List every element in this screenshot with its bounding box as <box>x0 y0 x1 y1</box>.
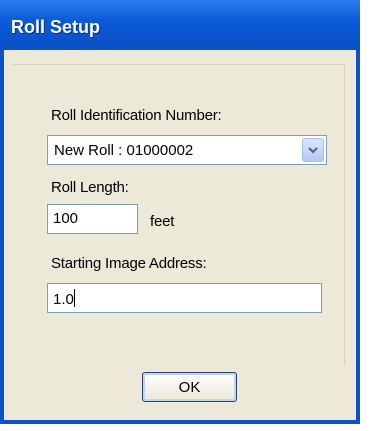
ok-button[interactable]: OK <box>142 372 237 402</box>
start-address-input[interactable]: 1.0 <box>47 283 322 313</box>
dialog-body: Roll Identification Number: New Roll : 0… <box>4 50 356 420</box>
window-title: Roll Setup <box>11 17 100 37</box>
combobox-dropdown-button[interactable] <box>302 138 324 162</box>
start-address-label: Starting Image Address: <box>51 255 207 272</box>
roll-id-combobox[interactable]: New Roll : 01000002 <box>47 135 327 165</box>
roll-length-input[interactable]: 100 <box>47 204 138 234</box>
title-bar[interactable]: Roll Setup <box>0 0 360 50</box>
roll-length-unit: feet <box>150 213 175 230</box>
roll-id-value: New Roll : 01000002 <box>54 142 194 159</box>
chevron-down-icon <box>308 147 318 154</box>
roll-id-label: Roll Identification Number: <box>51 107 222 124</box>
roll-length-value: 100 <box>53 210 79 227</box>
start-address-value: 1.0 <box>53 291 74 308</box>
text-caret <box>73 289 75 307</box>
roll-setup-dialog: Roll Setup Roll Identification Number: N… <box>0 0 360 424</box>
roll-length-label: Roll Length: <box>51 179 129 196</box>
ok-button-label: OK <box>178 378 201 396</box>
